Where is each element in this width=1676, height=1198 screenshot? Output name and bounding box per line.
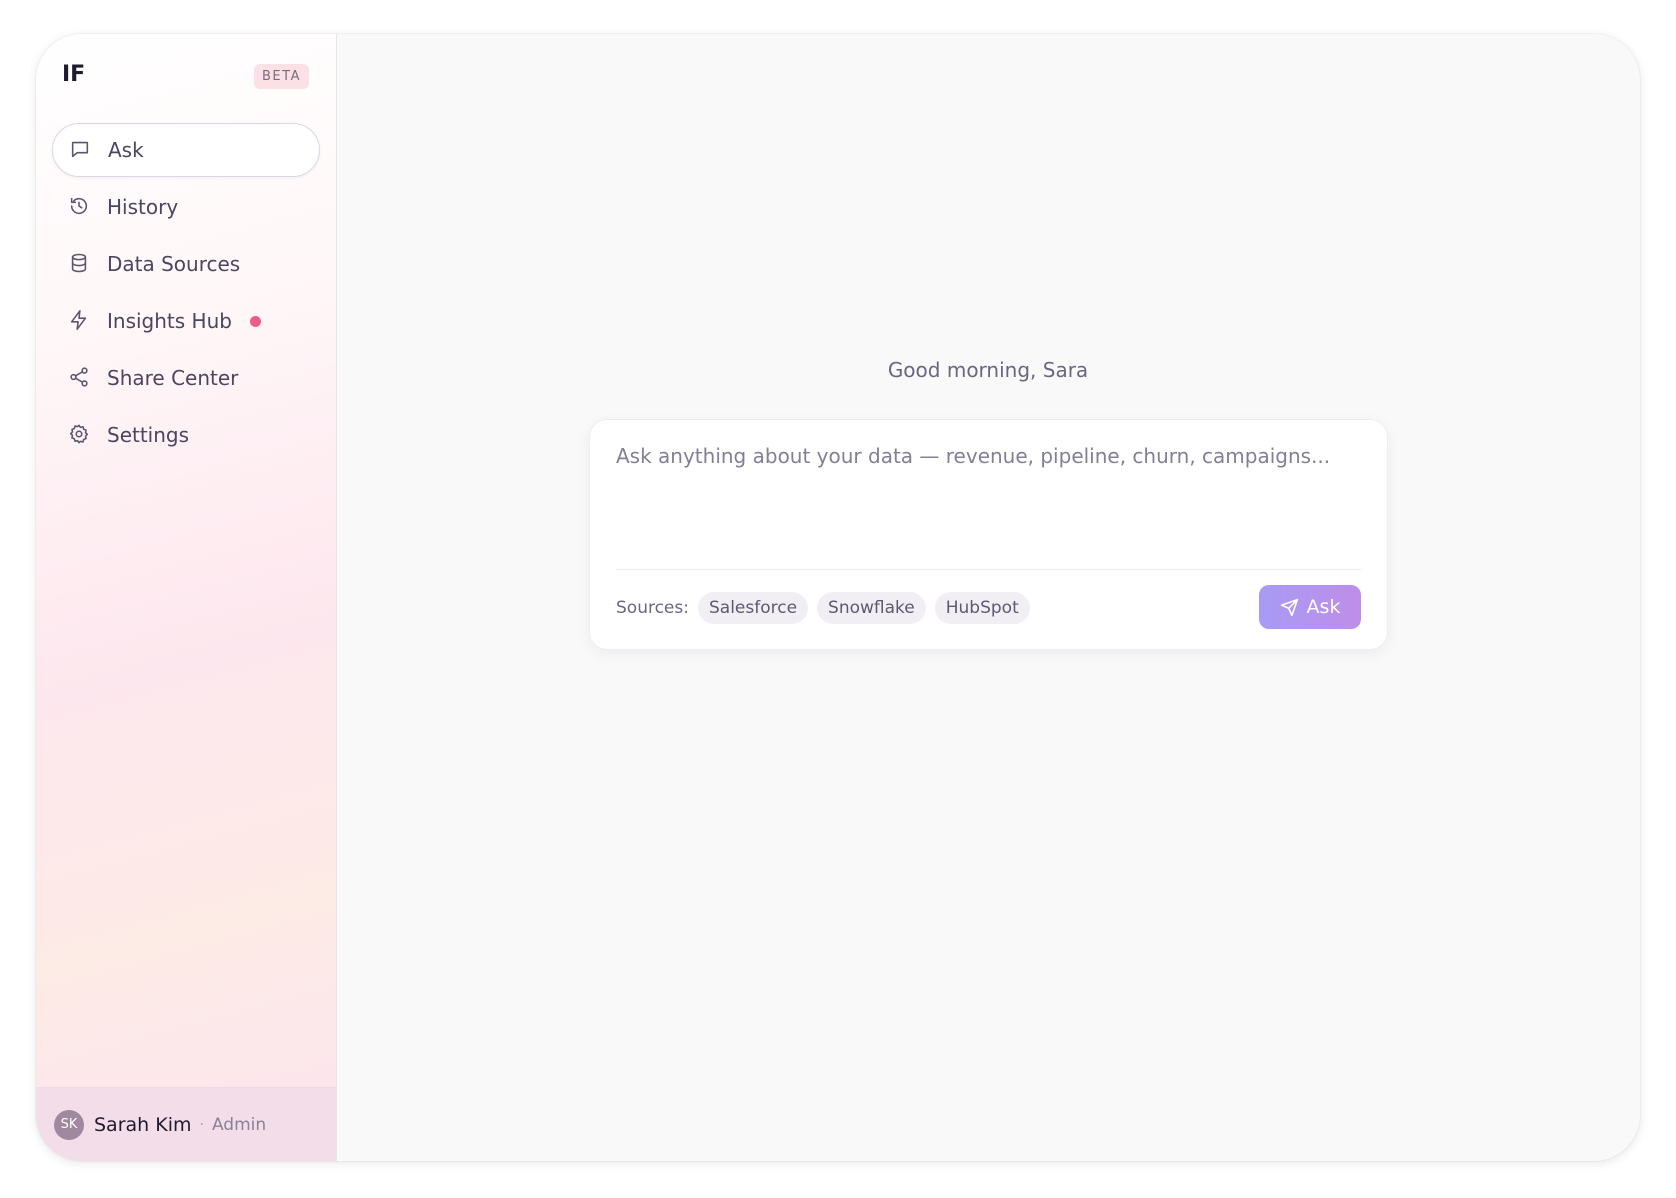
sidebar-item-ask[interactable]: Ask xyxy=(52,123,320,177)
greeting: Good morning, Sara xyxy=(887,358,1089,382)
source-chip-snowflake[interactable]: Snowflake xyxy=(817,592,926,624)
divider xyxy=(616,569,1361,570)
sidebar-item-label: History xyxy=(107,195,179,219)
separator: · xyxy=(199,1116,204,1133)
sidebar-nav: Ask History Data Sources Insights Hub Sh… xyxy=(52,123,320,465)
app-window: IF BETA Ask History Data Sources Insight… xyxy=(36,34,1640,1161)
chat-bubble-icon xyxy=(69,138,93,162)
ask-card: Sources: Salesforce Snowflake HubSpot As… xyxy=(589,419,1388,650)
sidebar-item-label: Ask xyxy=(108,138,144,162)
beta-badge: BETA xyxy=(254,64,309,89)
user-profile[interactable]: SK Sarah Kim · Admin xyxy=(36,1087,336,1161)
sidebar-item-data-sources[interactable]: Data Sources xyxy=(52,237,320,291)
ask-button[interactable]: Ask xyxy=(1259,585,1361,629)
history-icon xyxy=(68,195,92,219)
sidebar-item-share-center[interactable]: Share Center xyxy=(52,351,320,405)
lightning-icon xyxy=(68,309,92,333)
brand-logo: IF xyxy=(62,62,86,87)
avatar: SK xyxy=(54,1109,84,1140)
sources-label: Sources: xyxy=(616,598,689,618)
sidebar-item-settings[interactable]: Settings xyxy=(52,408,320,462)
ask-button-label: Ask xyxy=(1306,596,1341,618)
sidebar-item-label: Settings xyxy=(107,423,190,447)
database-icon xyxy=(68,252,92,276)
sidebar-item-history[interactable]: History xyxy=(52,180,320,234)
gear-icon xyxy=(68,423,92,447)
sidebar-item-label: Data Sources xyxy=(107,252,241,276)
source-chip-salesforce[interactable]: Salesforce xyxy=(697,592,809,624)
sidebar-item-label: Share Center xyxy=(107,366,239,390)
share-icon xyxy=(68,366,92,390)
sidebar-item-label: Insights Hub xyxy=(107,309,232,333)
user-role: Admin xyxy=(211,1114,267,1135)
notification-dot xyxy=(249,315,261,327)
send-icon xyxy=(1280,598,1298,616)
prompt-input[interactable] xyxy=(616,444,1358,548)
sidebar-item-insights-hub[interactable]: Insights Hub xyxy=(52,294,320,348)
user-name: Sarah Kim xyxy=(94,1113,192,1136)
sidebar: IF BETA Ask History Data Sources Insight… xyxy=(36,34,337,1161)
source-chip-hubspot[interactable]: HubSpot xyxy=(934,592,1030,624)
sources-row: Sources: Salesforce Snowflake HubSpot xyxy=(616,592,1039,624)
